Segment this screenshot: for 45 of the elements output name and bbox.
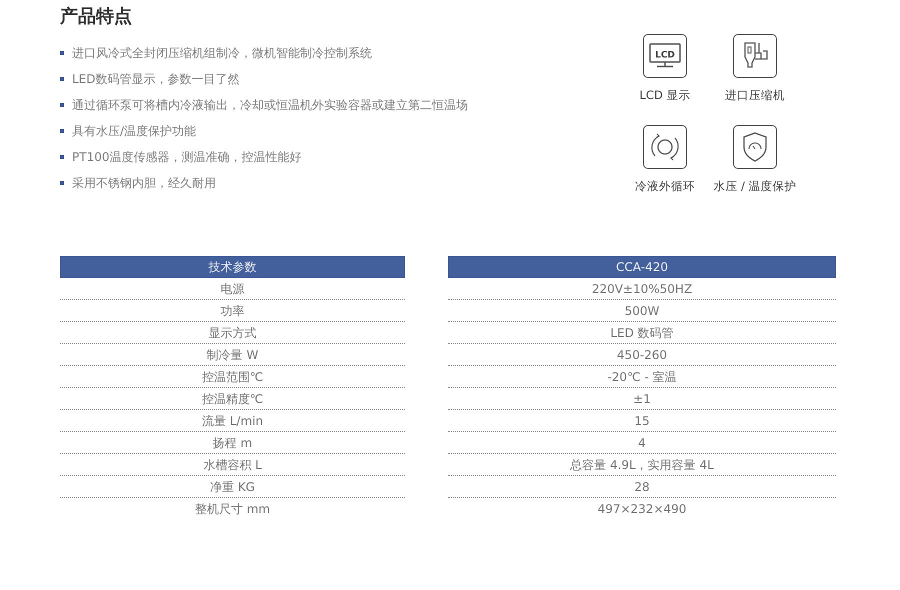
table-cell: 220V±10%50HZ — [448, 278, 836, 300]
table-cell: 总容量 4.9L，实用容量 4L — [448, 454, 836, 476]
table-cell: 扬程 m — [60, 432, 405, 454]
table-cell: 450-260 — [448, 344, 836, 366]
table-cell: ±1 — [448, 388, 836, 410]
compressor-icon — [733, 34, 777, 78]
table-cell: 流量 L/min — [60, 410, 405, 432]
table-cell: 控温精度℃ — [60, 388, 405, 410]
feature-text: PT100温度传感器，测温准确，控温性能好 — [72, 149, 302, 166]
shield-gauge-icon — [733, 125, 777, 169]
table-cell: 功率 — [60, 300, 405, 322]
feature-text: 采用不锈钢内胆，经久耐用 — [72, 175, 216, 192]
bullet-icon — [60, 129, 64, 133]
table-cell: 控温范围℃ — [60, 366, 405, 388]
bullet-icon — [60, 77, 64, 81]
table-cell: 15 — [448, 410, 836, 432]
feature-text: 进口风冷式全封闭压缩机组制冷，微机智能制冷控制系统 — [72, 45, 372, 62]
feature-label: 冷液外循环 — [635, 179, 695, 194]
table-cell: 500W — [448, 300, 836, 322]
feature-text: LED数码管显示，参数一目了然 — [72, 71, 240, 88]
bullet-icon — [60, 155, 64, 159]
section-title: 产品特点 — [60, 5, 133, 29]
feature-text: 具有水压/温度保护功能 — [72, 123, 196, 140]
table-cell: 显示方式 — [60, 322, 405, 344]
table-header: CCA-420 — [448, 256, 836, 278]
table-cell: 28 — [448, 476, 836, 498]
feature-text: 通过循环泵可将槽内冷液输出，冷却或恒温机外实验容器或建立第二恒温场 — [72, 97, 468, 114]
table-cell: 净重 KG — [60, 476, 405, 498]
table-cell: LED 数码管 — [448, 322, 836, 344]
circular-arrows-icon — [643, 125, 687, 169]
bullet-icon — [60, 181, 64, 185]
feature-label: 进口压缩机 — [725, 88, 785, 103]
feature-label: 水压 / 温度保护 — [713, 179, 797, 194]
table-cell-text: 497×232×490 — [596, 501, 688, 518]
table-header: 技术参数 — [60, 256, 405, 278]
table-cell-text: 整机尺寸 mm — [194, 501, 272, 518]
table-cell: 4 — [448, 432, 836, 454]
table-cell: 制冷量 W — [60, 344, 405, 366]
lcd-monitor-icon: LCD — [643, 34, 687, 78]
bullet-icon — [60, 51, 64, 55]
table-cell: 电源 — [60, 278, 405, 300]
bullet-icon — [60, 103, 64, 107]
table-cell: 水槽容积 L — [60, 454, 405, 476]
table-cell: -20℃ - 室温 — [448, 366, 836, 388]
feature-label: LCD 显示 — [640, 88, 690, 103]
